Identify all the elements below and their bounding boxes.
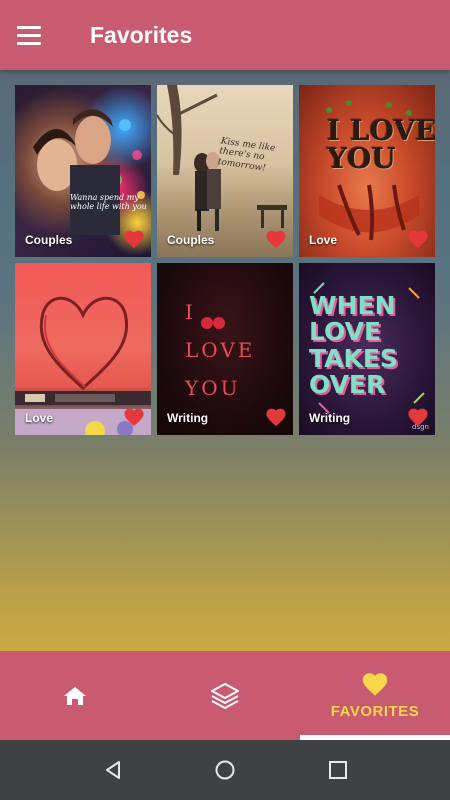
heart-icon[interactable] — [123, 229, 145, 249]
card-category: Couples — [167, 233, 215, 247]
card-image-text-you: YOU — [185, 376, 241, 400]
favorite-card-writing-1[interactable]: I LOVE YOU Writing — [157, 263, 293, 435]
card-category: Writing — [309, 411, 351, 425]
card-category: Love — [309, 233, 338, 247]
screen: Favorites Wanna spend my whole life with… — [0, 0, 450, 740]
card-category: Love — [25, 411, 54, 425]
system-navigation-bar — [0, 740, 450, 800]
favorite-card-writing-2[interactable]: WHEN LOVE TAKES OVER dsgn Writing — [299, 263, 435, 435]
recents-icon[interactable] — [326, 758, 350, 782]
heart-icon[interactable] — [407, 229, 429, 249]
favorite-card-couples-1[interactable]: Wanna spend my whole life with you Coupl… — [15, 85, 151, 257]
card-image-caption: I LOVE YOU — [327, 114, 435, 175]
card-image-text-love: LOVE — [185, 338, 256, 362]
favorite-card-love-1[interactable]: I LOVE YOU Love — [299, 85, 435, 257]
heart-icon[interactable] — [265, 229, 287, 249]
card-category: Writing — [167, 411, 209, 425]
favorite-card-couples-2[interactable]: Kiss me like there's no tomorrow! Couple… — [157, 85, 293, 257]
nav-favorites-label: FAVORITES — [330, 703, 420, 720]
card-image-caption: Wanna spend my whole life with you — [70, 193, 147, 212]
nav-favorites[interactable]: FAVORITES — [300, 651, 450, 740]
card-image-caption: WHEN LOVE TAKES OVER — [309, 291, 398, 399]
nav-categories[interactable] — [150, 651, 300, 740]
app-bar: Favorites — [0, 0, 450, 70]
heart-icon — [362, 673, 388, 696]
page-title: Favorites — [90, 22, 193, 48]
nav-home[interactable] — [0, 651, 150, 740]
card-image-text-i: I — [185, 300, 193, 324]
layers-icon — [211, 682, 239, 709]
home-icon — [64, 686, 86, 705]
card-category: Couples — [25, 233, 73, 247]
hamburger-menu-icon[interactable] — [17, 21, 53, 49]
heart-icon[interactable] — [265, 407, 287, 427]
small-hearts-icon — [201, 317, 225, 329]
favorite-card-love-2[interactable]: Love — [15, 263, 151, 435]
back-icon[interactable] — [101, 758, 125, 782]
home-circle-icon[interactable] — [213, 758, 237, 782]
heart-icon[interactable] — [123, 407, 145, 427]
heart-icon[interactable] — [407, 407, 429, 427]
bottom-navigation: FAVORITES — [0, 651, 450, 740]
